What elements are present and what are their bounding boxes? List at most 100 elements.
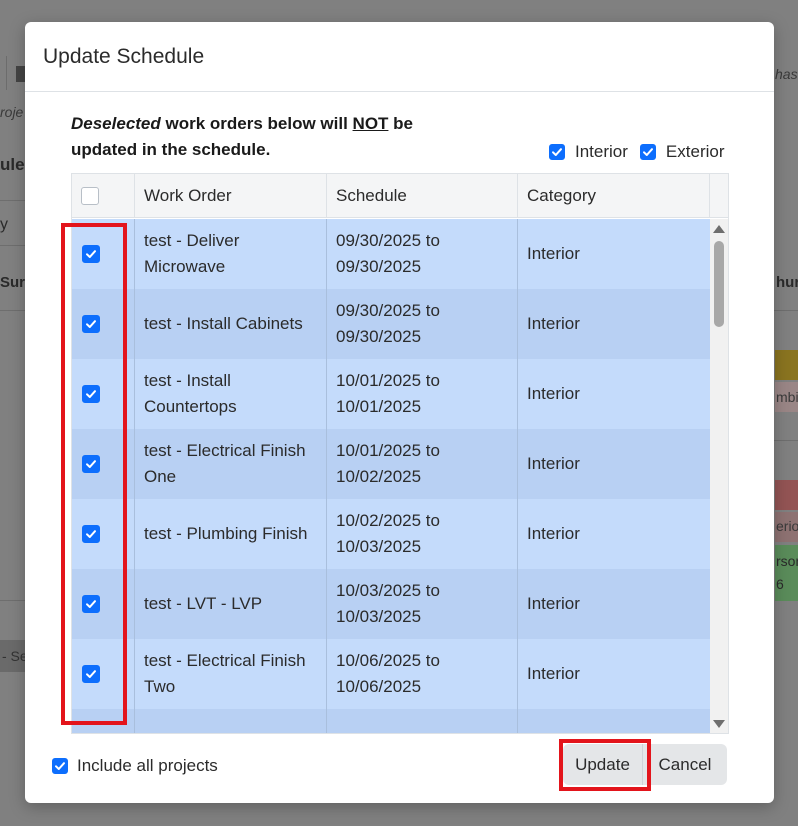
- modal-title: Update Schedule: [43, 44, 205, 68]
- check-icon: [86, 530, 96, 538]
- schedule-text: 09/30/2025 to 09/30/2025: [336, 231, 440, 276]
- table-row[interactable]: test - Install Cabinets 09/30/2025 to 09/…: [72, 289, 710, 359]
- table-row[interactable]: test - LVT - LVP 10/03/2025 to 10/03/2025…: [72, 569, 710, 639]
- check-icon: [86, 320, 96, 328]
- work-order-cell: test - Electrical Finish Two: [135, 639, 327, 709]
- select-all-cell: [72, 174, 135, 218]
- category-text: Interior: [527, 664, 580, 683]
- work-order-text: test - Drywall Touch: [144, 731, 292, 733]
- work-order-text: test - LVT - LVP: [144, 594, 263, 613]
- exterior-checkbox[interactable]: [639, 144, 656, 160]
- bg-fragment: ule: [0, 155, 25, 174]
- bg-fragment: erio: [776, 518, 798, 534]
- row-select-cell: [72, 569, 135, 639]
- schedule-text: 10/07/2025 to: [336, 731, 440, 733]
- column-header-work-order[interactable]: Work Order: [135, 174, 327, 218]
- bg-fragment: rson: [776, 553, 798, 569]
- row-checkbox[interactable]: [82, 455, 100, 473]
- interior-label: Interior: [575, 142, 628, 161]
- scrollbar-thumb[interactable]: [714, 241, 724, 327]
- notice-text: work orders below will: [160, 114, 353, 133]
- update-button[interactable]: Update: [563, 744, 643, 785]
- table-row[interactable]: test - Electrical Finish Two 10/06/2025 t…: [72, 639, 710, 709]
- table-header: Work Order Schedule Category: [72, 174, 728, 218]
- table-body: test - Deliver Microwave 09/30/2025 to 09…: [72, 219, 710, 733]
- row-checkbox[interactable]: [82, 595, 100, 613]
- filter-interior[interactable]: Interior: [549, 142, 628, 162]
- category-cell: Interior: [518, 359, 710, 429]
- schedule-cell: 10/06/2025 to 10/06/2025: [327, 639, 518, 709]
- check-icon: [86, 390, 96, 398]
- column-header-category[interactable]: Category: [518, 174, 710, 218]
- row-select-cell: [72, 639, 135, 709]
- schedule-cell: 09/30/2025 to 09/30/2025: [327, 289, 518, 359]
- category-cell: Interior: [518, 219, 710, 289]
- row-checkbox[interactable]: [82, 665, 100, 683]
- bg-event-block: [775, 350, 798, 380]
- table-row[interactable]: test - Electrical Finish One 10/01/2025 t…: [72, 429, 710, 499]
- schedule-cell: 10/01/2025 to 10/02/2025: [327, 429, 518, 499]
- category-text: Interior: [527, 524, 580, 543]
- column-header-schedule[interactable]: Schedule: [327, 174, 518, 218]
- schedule-text: 10/01/2025 to 10/02/2025: [336, 441, 440, 486]
- check-icon: [552, 148, 562, 156]
- category-text: Interior: [527, 244, 580, 263]
- work-order-cell: test - Install Countertops: [135, 359, 327, 429]
- schedule-cell: 10/02/2025 to 10/03/2025: [327, 499, 518, 569]
- schedule-cell: 10/03/2025 to 10/03/2025: [327, 569, 518, 639]
- row-checkbox[interactable]: [82, 315, 100, 333]
- row-select-cell: [72, 359, 135, 429]
- schedule-text: 10/03/2025 to 10/03/2025: [336, 581, 440, 626]
- category-cell: [518, 709, 710, 733]
- work-order-text: test - Electrical Finish Two: [144, 651, 306, 696]
- category-cell: Interior: [518, 639, 710, 709]
- row-select-cell: [72, 289, 135, 359]
- work-order-cell: test - Electrical Finish One: [135, 429, 327, 499]
- row-select-cell: [72, 499, 135, 569]
- category-cell: Interior: [518, 429, 710, 499]
- scroll-up-arrow-icon[interactable]: [713, 225, 725, 233]
- cancel-button[interactable]: Cancel: [643, 744, 727, 785]
- exterior-label: Exterior: [665, 142, 725, 161]
- check-icon: [86, 600, 96, 608]
- row-checkbox[interactable]: [82, 385, 100, 403]
- check-icon: [55, 762, 65, 770]
- bg-fragment: y: [0, 216, 8, 233]
- select-all-checkbox[interactable]: [81, 187, 99, 205]
- schedule-text: 10/06/2025 to 10/06/2025: [336, 651, 440, 696]
- notice-not: NOT: [352, 114, 389, 133]
- modal-actions: Update Cancel: [563, 744, 727, 785]
- work-order-text: test - Install Countertops: [144, 371, 237, 416]
- table-row[interactable]: test - Drywall Touch 10/07/2025 to: [72, 709, 710, 733]
- work-order-cell: test - Drywall Touch: [135, 709, 327, 733]
- include-all-projects[interactable]: Include all projects: [52, 756, 218, 776]
- category-text: Interior: [527, 454, 580, 473]
- row-checkbox[interactable]: [82, 245, 100, 263]
- category-text: Interior: [527, 314, 580, 333]
- schedule-cell: 09/30/2025 to 09/30/2025: [327, 219, 518, 289]
- work-order-text: test - Deliver Microwave: [144, 231, 240, 276]
- table-row[interactable]: test - Install Countertops 10/01/2025 to …: [72, 359, 710, 429]
- table-row[interactable]: test - Plumbing Finish 10/02/2025 to 10/0…: [72, 499, 710, 569]
- schedule-text: 10/01/2025 to 10/01/2025: [336, 371, 440, 416]
- column-header-spacer: [710, 174, 728, 218]
- row-checkbox[interactable]: [82, 525, 100, 543]
- table-row[interactable]: test - Deliver Microwave 09/30/2025 to 09…: [72, 219, 710, 289]
- table-scrollbar[interactable]: [710, 219, 728, 733]
- work-orders-table: Work Order Schedule Category test - Deli…: [71, 173, 729, 734]
- interior-checkbox[interactable]: [549, 144, 565, 160]
- schedule-cell: 10/07/2025 to: [327, 709, 518, 733]
- bg-fragment: 6: [776, 576, 784, 592]
- bg-event-block: [775, 480, 798, 510]
- row-select-cell: [72, 429, 135, 499]
- scroll-down-arrow-icon[interactable]: [713, 720, 725, 728]
- bg-fragment: mbi: [776, 389, 798, 405]
- update-schedule-modal: Update Schedule Deselected work orders b…: [25, 22, 774, 803]
- work-order-cell: test - Deliver Microwave: [135, 219, 327, 289]
- row-select-cell: [72, 709, 135, 733]
- include-all-projects-checkbox[interactable]: [52, 758, 68, 774]
- row-select-cell: [72, 219, 135, 289]
- bg-divider: [6, 56, 7, 90]
- filter-exterior[interactable]: Exterior: [639, 142, 725, 162]
- category-filters: Interior Exterior: [549, 141, 725, 163]
